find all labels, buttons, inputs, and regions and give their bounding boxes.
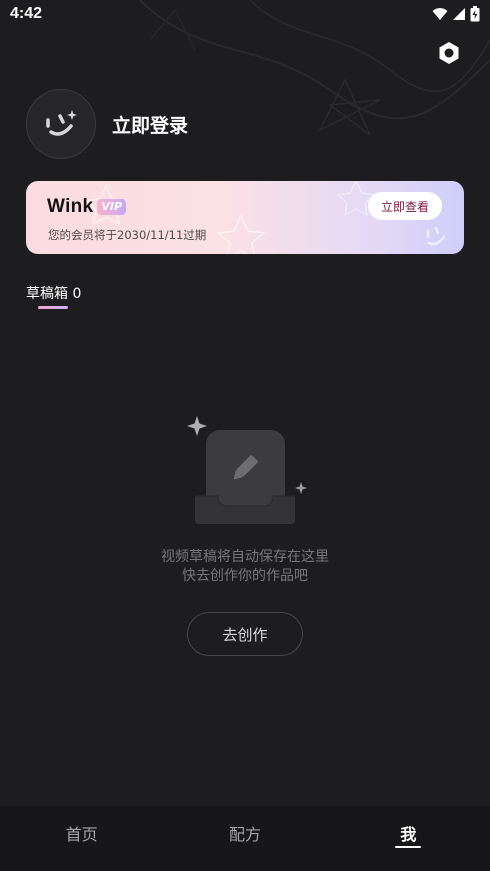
status-icons — [432, 6, 480, 22]
background-decoration — [139, 0, 490, 136]
nav-active-indicator — [395, 846, 422, 848]
nav-item-recipes[interactable]: 配方 — [163, 806, 326, 871]
avatar[interactable] — [26, 89, 96, 159]
nav-item-recipes-label: 配方 — [228, 825, 261, 844]
settings-button[interactable] — [434, 38, 464, 68]
status-time: 4:42 — [10, 5, 43, 22]
draft-box-pencil-icon — [187, 416, 307, 524]
vip-brand-name: Wink — [47, 196, 94, 217]
empty-state-line1: 视频草稿将自动保存在这里 — [161, 549, 329, 565]
profile-section[interactable]: 立即登录 — [26, 89, 188, 159]
nav-item-me[interactable]: 我 — [327, 806, 490, 871]
vip-brand: Wink VIP — [47, 196, 127, 218]
nav-item-home-label: 首页 — [65, 825, 98, 844]
bottom-nav: 首页 配方 我 — [0, 806, 490, 871]
smiley-face-icon — [46, 110, 77, 136]
vip-badge: VIP — [97, 199, 127, 215]
battery-icon — [470, 6, 480, 22]
login-link[interactable]: 立即登录 — [112, 111, 188, 138]
vip-view-button[interactable]: 立即查看 — [368, 192, 442, 220]
empty-state-line2: 快去创作你的作品吧 — [182, 568, 308, 584]
status-bar: 4:42 — [0, 0, 490, 28]
vip-expire-text: 您的会员将于2030/11/11过期 — [48, 228, 207, 242]
vip-card[interactable]: Wink VIP 您的会员将于2030/11/11过期 立即查看 — [26, 181, 464, 254]
tab-drafts[interactable]: 草稿箱 0 — [26, 283, 81, 303]
settings-hexagon-icon — [439, 42, 459, 64]
nav-item-home[interactable]: 首页 — [0, 806, 163, 871]
create-button[interactable]: 去创作 — [187, 612, 303, 656]
wifi-icon — [432, 8, 448, 20]
tab-active-indicator — [38, 306, 68, 309]
signal-icon — [453, 8, 465, 20]
